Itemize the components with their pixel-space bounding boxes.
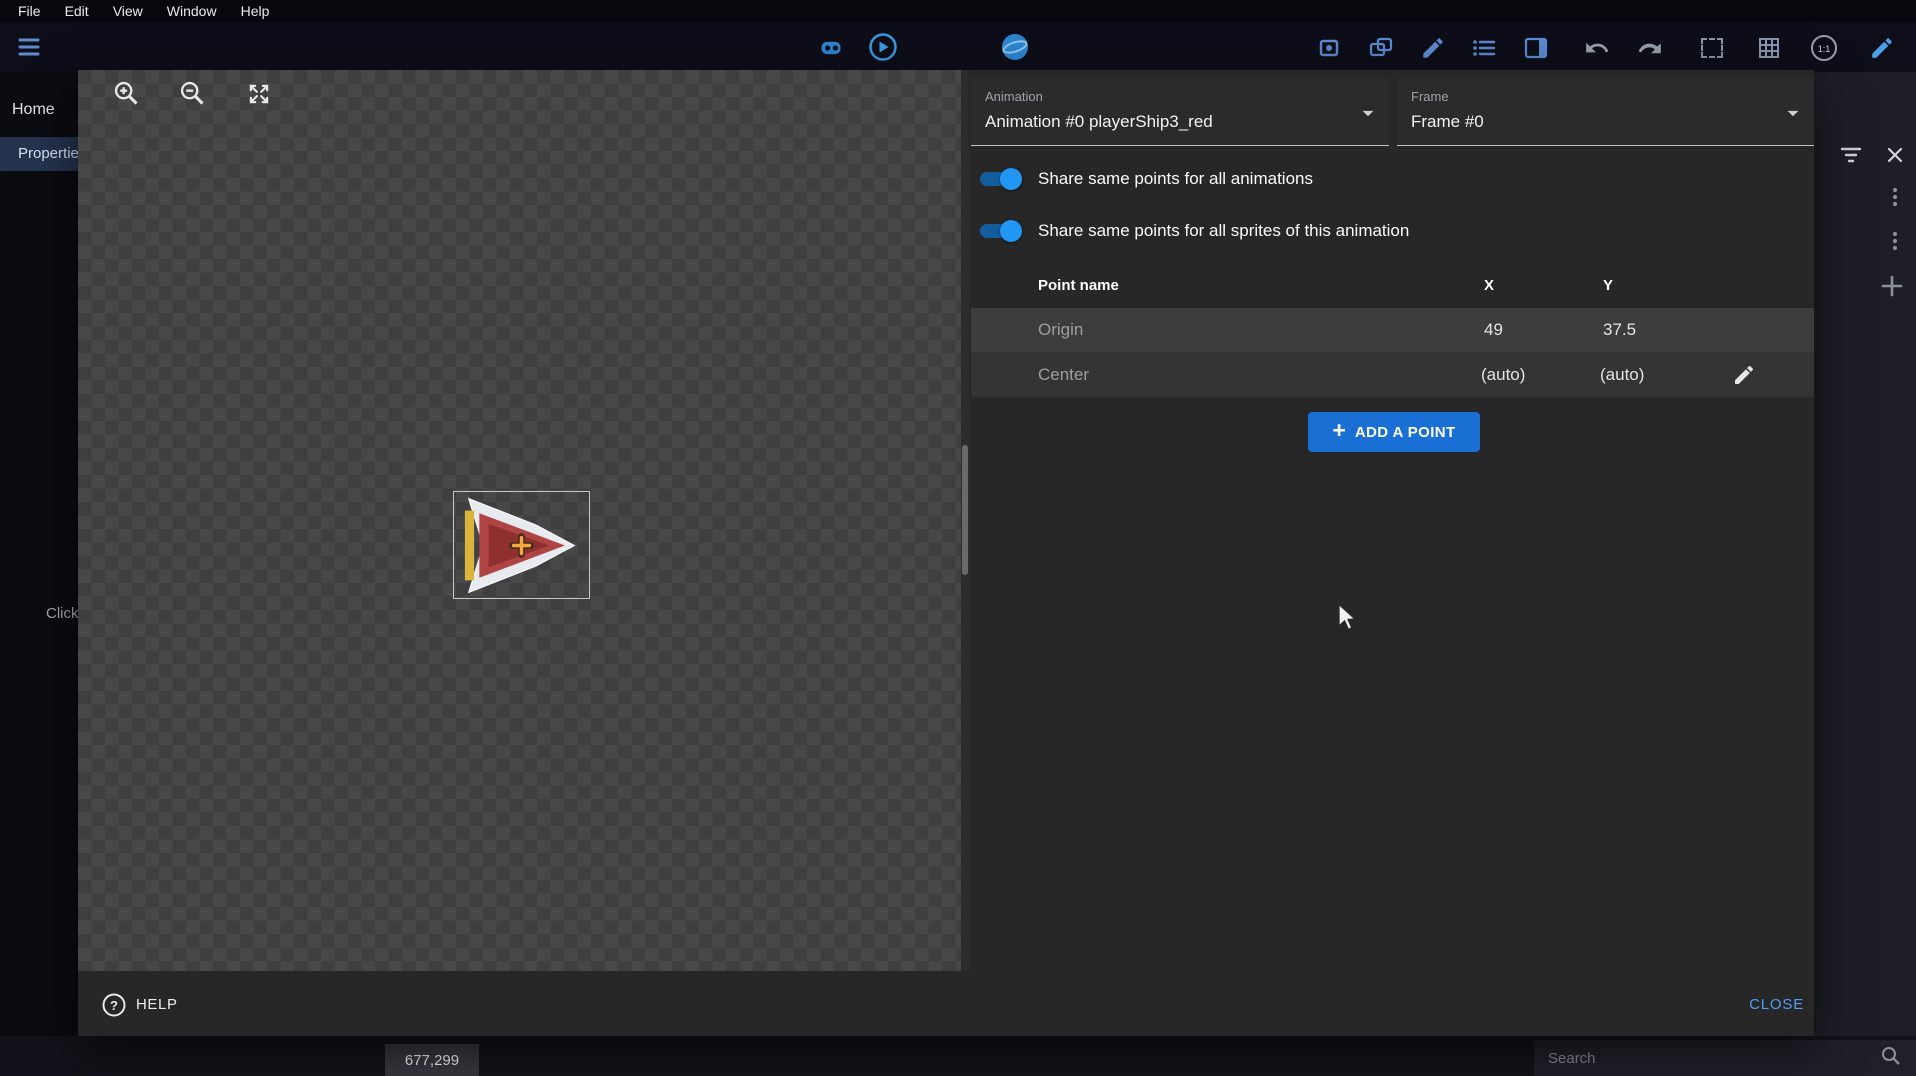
instances-list-icon[interactable]: [1469, 33, 1499, 63]
toggle-thumb: [1000, 220, 1022, 242]
sprite-frame[interactable]: [453, 491, 590, 599]
help-icon[interactable]: ?: [100, 991, 128, 1019]
game-preview-icon[interactable]: [816, 33, 846, 63]
col-header-x: X: [1484, 277, 1494, 294]
menu-edit[interactable]: Edit: [53, 3, 101, 19]
point-name: Center: [1038, 365, 1089, 385]
plus-icon: +: [1332, 419, 1345, 442]
fit-to-screen-icon[interactable]: [245, 80, 273, 108]
undo-icon[interactable]: [1582, 33, 1612, 63]
svg-text:1:1: 1:1: [1818, 44, 1831, 54]
animation-select-label: Animation: [985, 89, 1043, 104]
share-points-all-sprites-label: Share same points for all sprites of thi…: [1038, 221, 1409, 241]
point-y-value[interactable]: 37.5: [1603, 320, 1636, 340]
chevron-down-icon[interactable]: [1355, 100, 1381, 131]
scrollbar-thumb[interactable]: [962, 445, 968, 575]
cursor-coordinates: 677,299: [385, 1044, 479, 1076]
frame-select-label: Frame: [1411, 89, 1449, 104]
animation-select-value: Animation #0 playerShip3_red: [985, 112, 1213, 132]
layers-panel-icon[interactable]: [1521, 33, 1551, 63]
application-window: File Edit View Window Help PREVIEW PUBLI…: [0, 0, 1916, 1076]
right-edge-panel: [1814, 72, 1916, 1036]
search-placeholder: Search: [1548, 1050, 1880, 1067]
animation-select[interactable]: Animation Animation #0 playerShip3_red: [971, 78, 1389, 146]
col-header-y: Y: [1603, 277, 1613, 294]
pen-icon[interactable]: [1867, 33, 1897, 63]
point-row-center[interactable]: Center (auto) (auto): [971, 352, 1814, 397]
frame-select[interactable]: Frame Frame #0: [1397, 78, 1814, 146]
zoom-1-1-icon[interactable]: 1:1: [1809, 33, 1839, 63]
edit-point-icon[interactable]: [1731, 362, 1757, 388]
dialog-footer: [78, 971, 1814, 1036]
point-row-origin[interactable]: Origin 49 37.5: [971, 308, 1814, 352]
menu-file[interactable]: File: [6, 3, 53, 19]
toggle-thumb: [1000, 168, 1022, 190]
frame-select-value: Frame #0: [1411, 112, 1484, 132]
play-preview-icon[interactable]: [868, 32, 898, 62]
add-group-icon[interactable]: [1366, 33, 1396, 63]
share-points-all-animations-label: Share same points for all animations: [1038, 169, 1313, 189]
menu-view[interactable]: View: [101, 3, 155, 19]
close-panel-icon[interactable]: [1882, 142, 1908, 168]
publish-icon[interactable]: [1000, 32, 1030, 62]
share-points-all-sprites-toggle[interactable]: [978, 219, 1022, 243]
grid-icon[interactable]: [1754, 33, 1784, 63]
edit-scene-icon[interactable]: [1418, 33, 1448, 63]
menu-bar: File Edit View Window Help: [0, 0, 1916, 22]
add-a-point-label: ADD A POINT: [1355, 424, 1456, 441]
home-tab[interactable]: Home: [12, 101, 55, 119]
add-a-point-button[interactable]: + ADD A POINT: [1308, 412, 1480, 452]
col-header-point-name: Point name: [1038, 277, 1119, 294]
point-x-value[interactable]: 49: [1484, 320, 1503, 340]
help-button[interactable]: HELP: [136, 996, 178, 1013]
kebab-menu-icon[interactable]: [1882, 184, 1908, 210]
point-y-value[interactable]: (auto): [1600, 365, 1644, 385]
point-x-value[interactable]: (auto): [1481, 365, 1525, 385]
point-name: Origin: [1038, 320, 1083, 340]
svg-text:?: ?: [110, 998, 118, 1013]
search-input[interactable]: Search: [1534, 1040, 1916, 1076]
tab-properties[interactable]: Properties: [0, 137, 78, 171]
menu-window[interactable]: Window: [155, 3, 229, 19]
redo-icon[interactable]: [1635, 33, 1665, 63]
add-icon[interactable]: [1878, 272, 1906, 300]
main-toolbar: PREVIEW PUBLISH: [0, 22, 1916, 72]
search-icon[interactable]: [1880, 1045, 1902, 1072]
marquee-select-icon[interactable]: [1697, 33, 1727, 63]
chevron-down-icon[interactable]: [1780, 100, 1806, 131]
left-edge-panel: [0, 72, 78, 1036]
canvas-scrollbar: [961, 70, 969, 971]
zoom-out-icon[interactable]: [178, 79, 206, 107]
player-ship-sprite: [457, 496, 586, 595]
kebab-menu-icon[interactable]: [1882, 228, 1908, 254]
menu-help[interactable]: Help: [229, 3, 282, 19]
add-object-icon[interactable]: [1315, 33, 1345, 63]
share-points-all-animations-toggle[interactable]: [978, 167, 1022, 191]
properties-hint-text: Click: [46, 605, 78, 622]
filter-icon[interactable]: [1838, 142, 1864, 168]
app-menu-icon[interactable]: [12, 30, 46, 64]
zoom-in-icon[interactable]: [112, 79, 140, 107]
close-button[interactable]: CLOSE: [1749, 996, 1804, 1013]
